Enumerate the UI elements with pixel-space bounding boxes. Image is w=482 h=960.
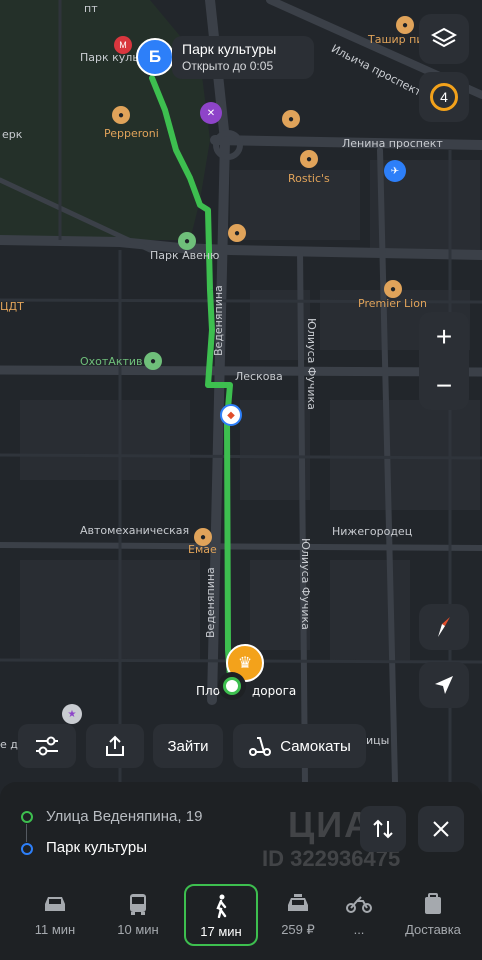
destination-card[interactable]: Парк культуры Открыто до 0:05	[172, 36, 314, 79]
navigation-arrow-icon	[435, 676, 453, 694]
mode-car[interactable]: 11 мин	[18, 884, 92, 946]
cafe-icon[interactable]: ●	[282, 110, 300, 128]
metro-icon[interactable]: М	[114, 36, 132, 54]
restaurant-icon[interactable]: ●	[384, 280, 402, 298]
mode-delivery[interactable]: Доставка	[396, 884, 470, 946]
locate-me-button[interactable]	[419, 662, 469, 708]
map-label-e-d: е д	[0, 738, 18, 751]
map-label-pt: пт	[84, 2, 98, 15]
zoom-out-button[interactable]: −	[419, 361, 469, 410]
map-label-erk: ерк	[2, 128, 23, 141]
map-label-icy: ицы	[366, 734, 390, 747]
swap-icon	[373, 819, 393, 839]
destination-pin[interactable]: Б	[136, 38, 174, 76]
compass-icon	[438, 617, 450, 637]
restaurant-icon[interactable]: ●	[396, 16, 414, 34]
map-label-pepperoni: Pepperoni	[104, 127, 159, 140]
traffic-score-button[interactable]: 4	[419, 72, 469, 122]
enter-button[interactable]: Зайти	[153, 724, 223, 768]
destination-hours: Открыто до 0:05	[182, 59, 274, 73]
scooter-icon	[249, 737, 272, 756]
mode-walk[interactable]: 17 мин	[184, 884, 258, 946]
street-label-fuchika-bottom: Юлиуса Фучика	[299, 538, 312, 630]
cafe-icon[interactable]: ●	[194, 528, 212, 546]
gas-station-icon[interactable]: ◆	[220, 404, 242, 426]
zoom-control: + −	[419, 312, 469, 410]
mode-taxi-label: 259 ₽	[281, 922, 315, 937]
zoom-in-button[interactable]: +	[419, 312, 469, 361]
map-label-rostics: Rostic's	[288, 172, 330, 185]
close-route-button[interactable]	[418, 806, 464, 852]
attraction-icon[interactable]: ✕	[200, 102, 222, 124]
map-label-premier-lion: Premier Lion	[358, 297, 427, 310]
map-label-ochotaktiv: ОхотАктив	[80, 355, 143, 368]
map-label-lenina-prospekt: Ленина проспект	[342, 137, 443, 150]
destination-title: Парк культуры	[182, 41, 277, 57]
layers-icon	[431, 27, 457, 48]
shop-icon[interactable]: ●	[144, 352, 162, 370]
traffic-score-badge: 4	[430, 83, 458, 111]
street-label-fuchika-top: Юлиуса Фучика	[305, 318, 318, 410]
airport-icon[interactable]: ✈	[384, 160, 406, 182]
mode-moto-label: ...	[353, 922, 365, 937]
fastfood-icon[interactable]: ●	[300, 150, 318, 168]
mode-walk-label: 17 мин	[200, 924, 242, 939]
filters-button[interactable]	[18, 724, 76, 768]
sport-icon[interactable]: ★	[62, 704, 82, 724]
car-icon	[45, 897, 65, 911]
route-to[interactable]: Парк культуры	[46, 839, 147, 856]
share-icon	[106, 735, 124, 756]
street-label-vedenyapina-top: Веденяпина	[212, 285, 225, 356]
map-label-nizhegorodec: Нижегородец	[332, 525, 413, 538]
route-from[interactable]: Улица Веденяпина, 19	[46, 808, 202, 825]
park-icon[interactable]: ●	[178, 232, 196, 250]
from-dot	[21, 811, 33, 823]
start-point-marker[interactable]	[218, 672, 246, 700]
close-icon	[433, 821, 449, 837]
mode-delivery-label: Доставка	[405, 922, 461, 937]
layers-button[interactable]	[419, 14, 469, 64]
sliders-icon	[36, 736, 58, 756]
restaurant-icon[interactable]: ●	[112, 106, 130, 124]
map-label-cdt: ЦДТ	[0, 300, 24, 313]
share-button[interactable]	[86, 724, 144, 768]
map-label-park-avenue: Парк Авеню	[150, 249, 220, 262]
map-label-tashir: Ташир пи	[368, 33, 424, 46]
motorcycle-icon	[346, 896, 372, 913]
pedestrian-icon	[216, 894, 227, 918]
destination-marker-letter: Б	[148, 47, 162, 66]
taxi-icon	[288, 894, 308, 911]
bus-icon	[130, 894, 146, 915]
mode-car-label: 11 мин	[34, 922, 76, 937]
map-label-avtomech: Автомеханическая	[80, 524, 190, 537]
route-connector	[26, 824, 27, 842]
compass-button[interactable]	[419, 604, 469, 650]
enter-label: Зайти	[167, 737, 209, 755]
street-label-vedenyapina-bottom: Веденяпина	[204, 567, 217, 638]
delivery-box-icon	[425, 893, 441, 914]
map-label-ploshad: Пло	[196, 684, 221, 698]
cafe-icon[interactable]: ●	[228, 224, 246, 242]
to-dot	[21, 843, 33, 855]
map-label-leskova: Лескова	[235, 370, 283, 383]
swap-route-button[interactable]	[360, 806, 406, 852]
scooters-button[interactable]: Самокаты	[233, 724, 366, 768]
scooters-label: Самокаты	[280, 737, 351, 755]
mode-moto[interactable]: ...	[322, 884, 396, 946]
mode-transit[interactable]: 10 мин	[101, 884, 175, 946]
mode-transit-label: 10 мин	[117, 922, 159, 937]
map-label-doroga: дорога	[252, 684, 297, 698]
